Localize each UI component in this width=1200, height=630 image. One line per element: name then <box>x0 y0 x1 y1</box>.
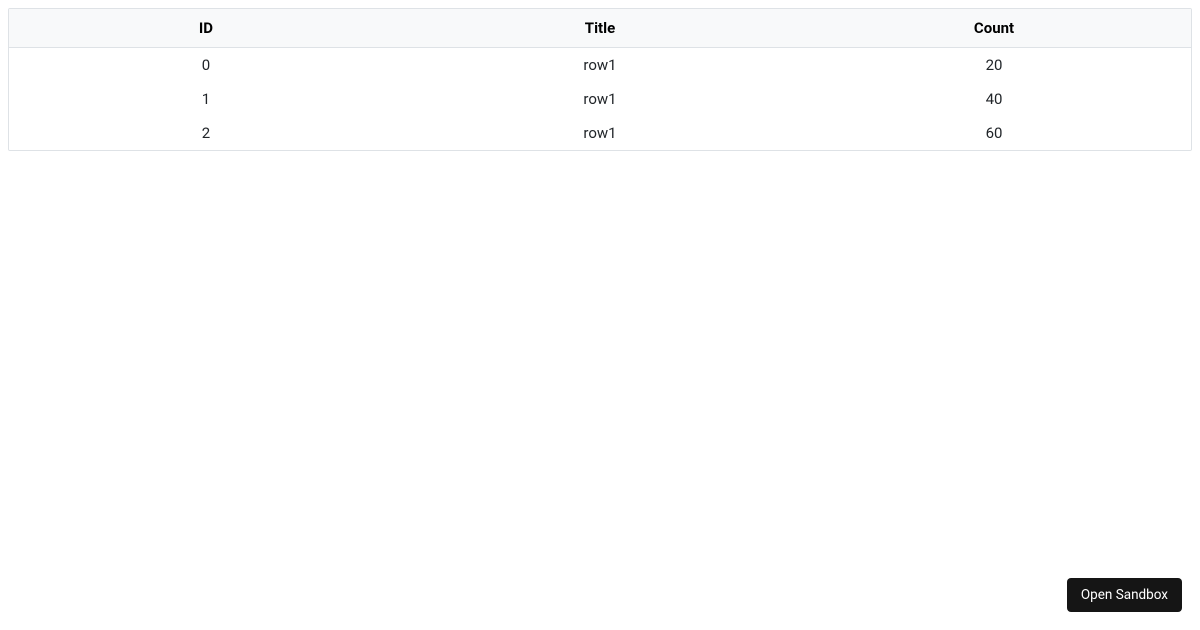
table-row[interactable]: 0 row1 20 <box>9 48 1191 83</box>
data-table: ID Title Count 0 row1 20 1 row1 40 2 row… <box>9 9 1191 150</box>
cell-id: 0 <box>9 48 403 83</box>
table-row[interactable]: 1 row1 40 <box>9 82 1191 116</box>
cell-title: row1 <box>403 116 797 150</box>
column-header-title[interactable]: Title <box>403 9 797 48</box>
column-header-count[interactable]: Count <box>797 9 1191 48</box>
cell-title: row1 <box>403 48 797 83</box>
cell-id: 1 <box>9 82 403 116</box>
open-sandbox-button[interactable]: Open Sandbox <box>1067 578 1182 612</box>
cell-count: 40 <box>797 82 1191 116</box>
cell-title: row1 <box>403 82 797 116</box>
data-table-container: ID Title Count 0 row1 20 1 row1 40 2 row… <box>8 8 1192 151</box>
table-row[interactable]: 2 row1 60 <box>9 116 1191 150</box>
table-header-row: ID Title Count <box>9 9 1191 48</box>
column-header-id[interactable]: ID <box>9 9 403 48</box>
cell-count: 60 <box>797 116 1191 150</box>
cell-id: 2 <box>9 116 403 150</box>
cell-count: 20 <box>797 48 1191 83</box>
